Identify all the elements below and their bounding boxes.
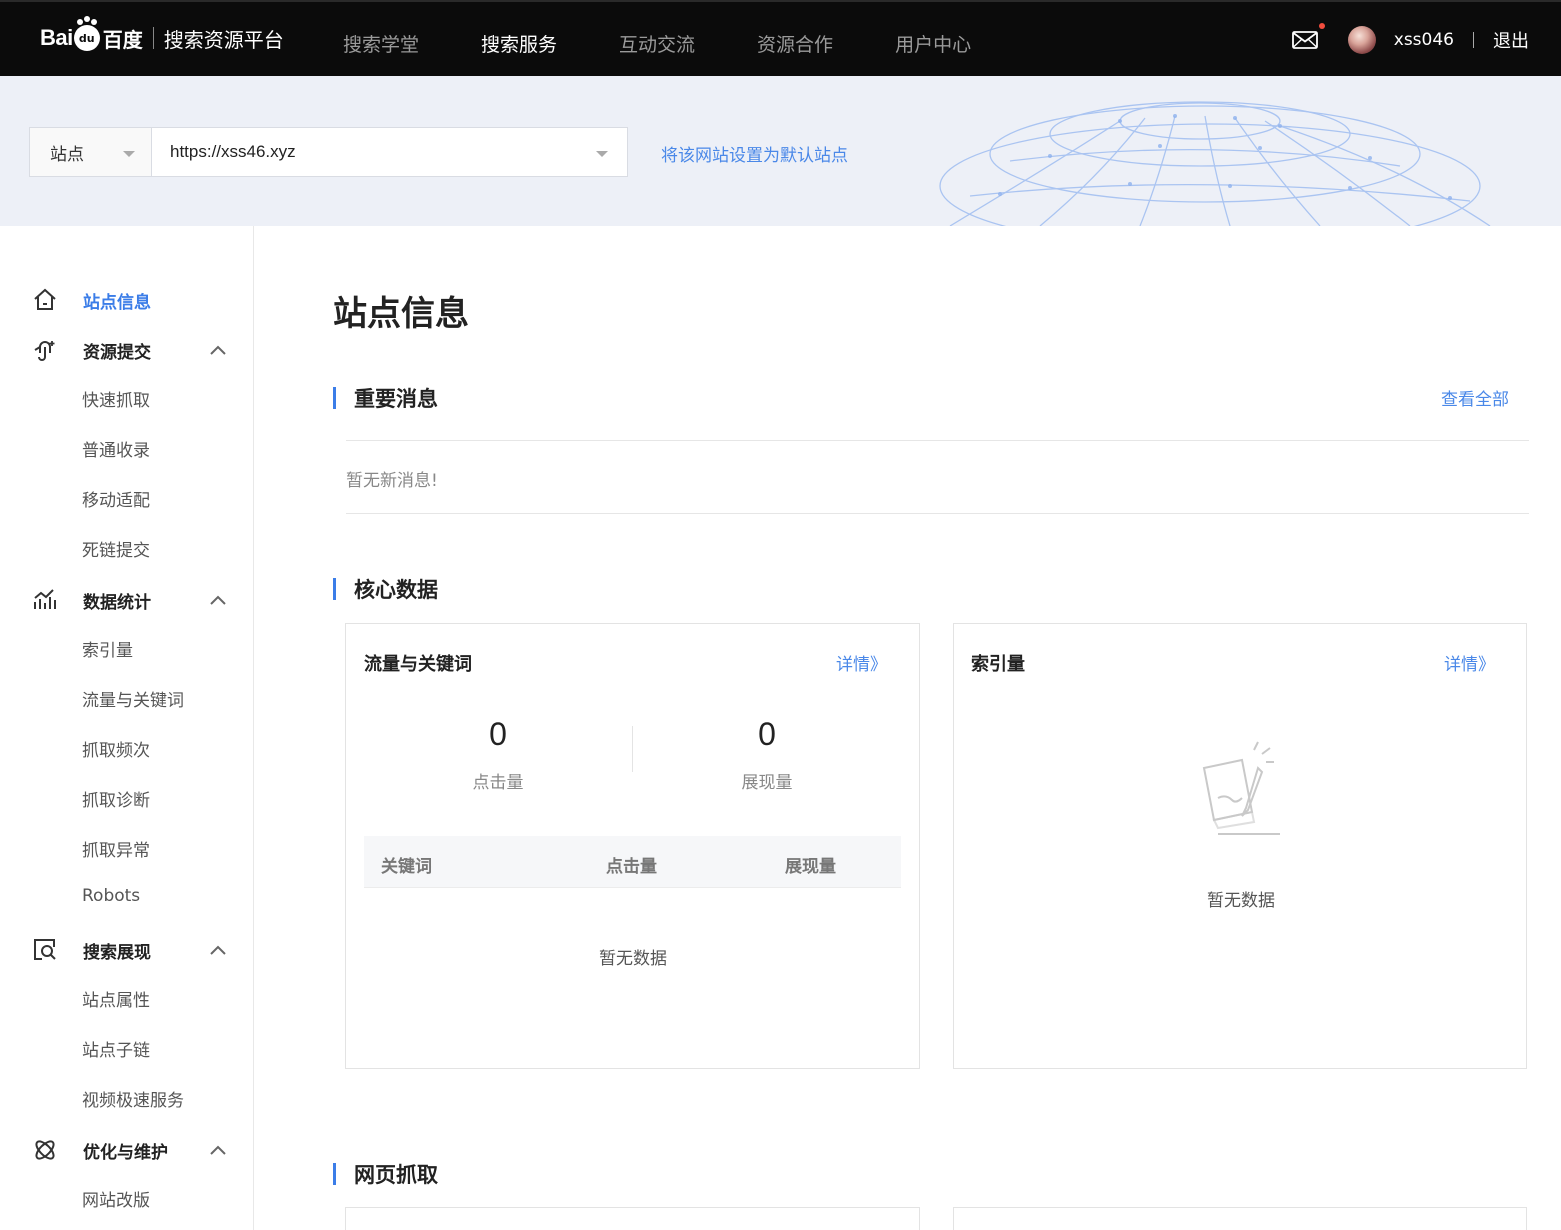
- sidebar-item-site-attributes[interactable]: 站点属性: [82, 986, 150, 1011]
- chevron-up-icon: [210, 595, 226, 605]
- mail-icon[interactable]: [1291, 23, 1325, 49]
- nav-item-user-center[interactable]: 用户中心: [895, 30, 971, 57]
- sidebar-item-label: 搜索展现: [83, 942, 151, 963]
- divider: [346, 513, 1529, 514]
- paw-logo-icon: du: [73, 19, 100, 51]
- keyword-table-header: 关键词 点击量 展现量: [364, 836, 901, 888]
- empty-data-icon: [1202, 741, 1280, 835]
- impressions-value: 0: [758, 716, 776, 752]
- sidebar-item-mobile-adapt[interactable]: 移动适配: [82, 486, 150, 511]
- unread-dot: [1318, 23, 1325, 29]
- baidu-logo[interactable]: Bai du 百度 搜索资源平台: [40, 18, 284, 58]
- sidebar-item-robots[interactable]: Robots: [82, 886, 140, 906]
- sidebar-item-crawl-frequency[interactable]: 抓取频次: [82, 736, 150, 761]
- user-area: xss046 退出: [1291, 23, 1529, 54]
- page-title: 站点信息: [333, 294, 469, 334]
- chart-icon: [34, 589, 56, 609]
- sidebar-item-crawl-diagnosis[interactable]: 抓取诊断: [82, 786, 150, 811]
- section-title: 核心数据: [354, 578, 438, 602]
- sidebar-item-data-stats[interactable]: 数据统计: [0, 585, 254, 615]
- keyword-table-empty: 暂无数据: [599, 949, 667, 969]
- sidebar-item-resource-submit[interactable]: 资源提交: [0, 335, 254, 365]
- sidebar-item-dead-link[interactable]: 死链提交: [82, 536, 150, 561]
- section-accent-bar: [333, 1163, 336, 1185]
- crawl-card-right: [953, 1207, 1527, 1230]
- sidebar-item-index-volume[interactable]: 索引量: [82, 636, 133, 661]
- crawl-card-left: [345, 1207, 920, 1230]
- traffic-detail-link[interactable]: 详情》: [836, 650, 887, 675]
- nav-item-academy[interactable]: 搜索学堂: [343, 30, 419, 57]
- sidebar-item-sitelinks[interactable]: 站点子链: [82, 1036, 150, 1061]
- sidebar-item-fast-crawl[interactable]: 快速抓取: [82, 386, 150, 411]
- link-submit-icon: [34, 341, 55, 361]
- site-url-value: https://xss46.xyz: [170, 142, 296, 161]
- nav-item-cooperation[interactable]: 资源合作: [757, 30, 833, 57]
- home-icon: [34, 288, 56, 310]
- section-title: 网页抓取: [354, 1163, 438, 1187]
- column-impressions: 展现量: [785, 857, 836, 877]
- chevron-up-icon: [210, 945, 226, 955]
- section-core-data: 核心数据: [333, 577, 438, 602]
- chevron-up-icon: [210, 345, 226, 355]
- section-accent-bar: [333, 387, 336, 409]
- site-type-label: 站点: [50, 144, 84, 165]
- clicks-value: 0: [489, 716, 507, 752]
- sidebar-item-label: 数据统计: [83, 592, 151, 613]
- caret-down-icon: [596, 151, 608, 157]
- logo-text-bai: Bai: [40, 25, 73, 50]
- sidebar-item-site-revision[interactable]: 网站改版: [82, 1186, 150, 1211]
- sidebar-item-video-fast[interactable]: 视频极速服务: [82, 1086, 184, 1111]
- site-selector: 站点 https://xss46.xyz: [29, 127, 628, 177]
- sidebar-item-crawl-errors[interactable]: 抓取异常: [82, 836, 150, 861]
- sidebar-item-optimize[interactable]: 优化与维护: [0, 1135, 254, 1165]
- chevron-up-icon: [210, 1145, 226, 1155]
- platform-title: 搜索资源平台: [163, 27, 284, 52]
- no-messages-text: 暂无新消息!: [346, 471, 438, 491]
- main-nav: 搜索学堂 搜索服务 互动交流 资源合作 用户中心: [343, 30, 1033, 57]
- sidebar-item-label: 资源提交: [83, 342, 151, 363]
- sidebar-item-site-info[interactable]: 站点信息: [0, 285, 254, 315]
- sidebar-item-label: 站点信息: [83, 292, 151, 313]
- index-detail-link[interactable]: 详情》: [1444, 650, 1495, 675]
- atom-icon: [35, 1140, 55, 1160]
- section-page-crawl: 网页抓取: [333, 1162, 438, 1187]
- sidebar-item-traffic-keywords[interactable]: 流量与关键词: [82, 686, 184, 711]
- top-navigation-bar: Bai du 百度 搜索资源平台 搜索学堂 搜索服务 互动交流 资源合作 用户中…: [0, 0, 1561, 76]
- section-important-messages: 重要消息: [333, 386, 438, 411]
- sidebar-item-normal-index[interactable]: 普通收录: [82, 436, 150, 461]
- stat-divider: [632, 726, 633, 772]
- section-accent-bar: [333, 578, 336, 600]
- nav-item-search-service[interactable]: 搜索服务: [481, 30, 557, 57]
- site-type-dropdown[interactable]: 站点: [30, 128, 152, 176]
- impressions-label: 展现量: [741, 773, 793, 793]
- divider: [346, 440, 1529, 441]
- site-banner: 站点 https://xss46.xyz 将该网站设置为默认站点: [0, 76, 1561, 226]
- logo-divider: [152, 27, 154, 49]
- sidebar-item-search-display[interactable]: 搜索展现: [0, 935, 254, 965]
- logout-link[interactable]: 退出: [1493, 27, 1529, 53]
- card-title: 流量与关键词: [364, 654, 472, 675]
- column-keyword: 关键词: [381, 857, 432, 877]
- sidebar-item-label: 优化与维护: [83, 1142, 168, 1163]
- set-default-site-link[interactable]: 将该网站设置为默认站点: [661, 141, 848, 166]
- user-divider: [1473, 32, 1474, 48]
- section-title: 重要消息: [354, 387, 438, 411]
- caret-down-icon: [123, 151, 135, 157]
- column-clicks: 点击量: [606, 857, 657, 877]
- card-title: 索引量: [971, 654, 1025, 675]
- site-url-dropdown[interactable]: https://xss46.xyz: [152, 128, 627, 176]
- search-display-icon: [34, 939, 56, 960]
- traffic-keywords-card: 流量与关键词 详情》 0 点击量 0 展现量 关键词 点击量 展现量 暂无数据: [345, 623, 920, 1069]
- sidebar: 站点信息 资源提交 快速抓取 普通收录 移动适配 死链提交 数据统计 索引量 流…: [0, 226, 254, 1230]
- logo-text-chinese: 百度: [102, 27, 143, 52]
- index-empty-text: 暂无数据: [1207, 891, 1275, 911]
- username[interactable]: xss046: [1394, 30, 1454, 50]
- view-all-link[interactable]: 查看全部: [1441, 385, 1509, 410]
- index-volume-card: 索引量 详情》 暂无数据: [953, 623, 1527, 1069]
- avatar[interactable]: [1347, 26, 1376, 54]
- clicks-label: 点击量: [472, 773, 524, 793]
- nav-item-community[interactable]: 互动交流: [619, 30, 695, 57]
- globe-decoration-icon: [939, 101, 1491, 226]
